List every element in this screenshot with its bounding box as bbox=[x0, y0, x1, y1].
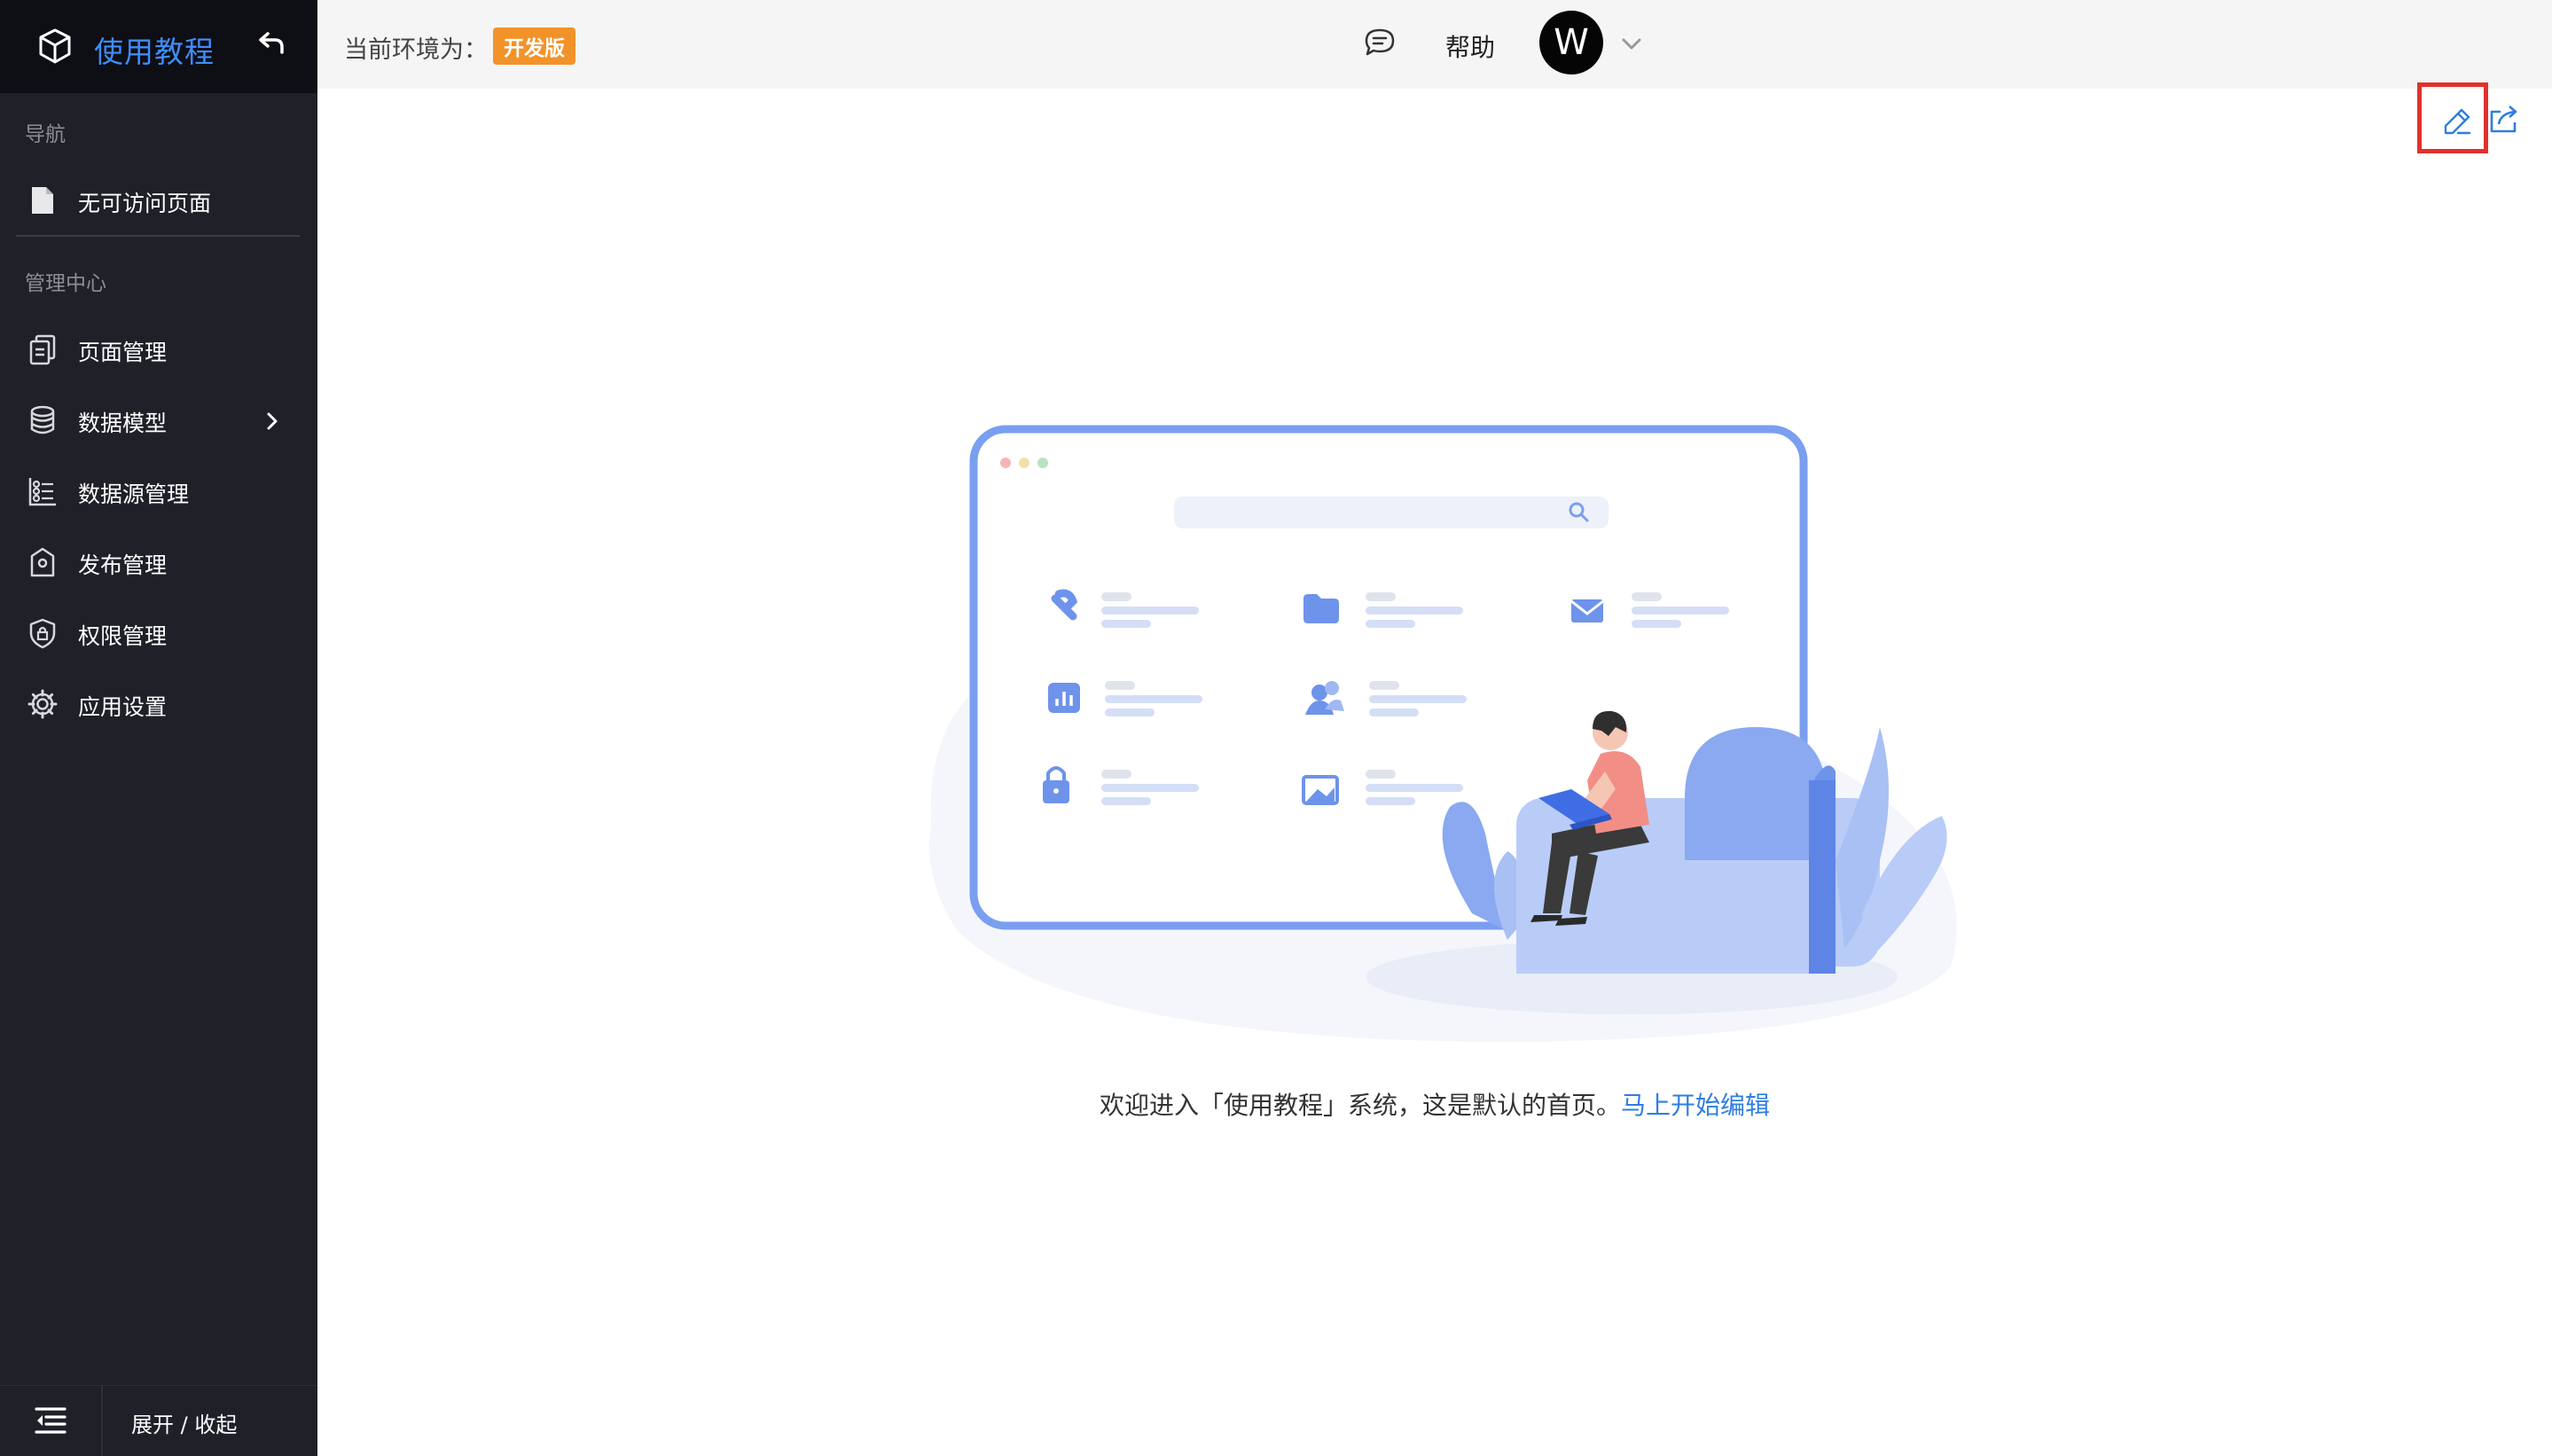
sidebar-item-label: 应用设置 bbox=[78, 694, 168, 720]
back-icon[interactable] bbox=[257, 28, 287, 59]
sidebar-item-label: 发布管理 bbox=[78, 552, 168, 578]
environment-badge: 开发版 bbox=[493, 27, 575, 65]
section-label-nav: 导航 bbox=[25, 123, 66, 146]
start-editing-link[interactable]: 马上开始编辑 bbox=[1621, 1091, 1770, 1120]
sidebar-item-label: 数据模型 bbox=[78, 411, 168, 436]
sidebar-item-publish-management[interactable]: 发布管理 bbox=[0, 530, 317, 592]
collapse-toggle-button[interactable] bbox=[0, 1386, 103, 1456]
sidebar-divider bbox=[16, 235, 300, 237]
gear-icon bbox=[27, 689, 58, 719]
message-icon[interactable] bbox=[1362, 25, 1397, 60]
sidebar-item-label: 权限管理 bbox=[78, 623, 168, 649]
chevron-right-icon bbox=[267, 412, 278, 430]
top-bar: 当前环境为： 开发版 帮助 W bbox=[317, 0, 2552, 89]
collapse-label[interactable]: 展开 / 收起 bbox=[131, 1407, 237, 1438]
sidebar-item-datasource-management[interactable]: 数据源管理 bbox=[0, 459, 317, 521]
edit-page-button[interactable] bbox=[2417, 82, 2488, 153]
welcome-message: 欢迎进入「使用教程」系统，这是默认的首页。马上开始编辑 bbox=[0, 1086, 2552, 1122]
sidebar-item-no-access-page[interactable]: 无可访问页面 bbox=[0, 168, 317, 231]
sidebar-item-page-management[interactable]: 页面管理 bbox=[0, 317, 317, 380]
pages-icon bbox=[29, 334, 56, 365]
app-name[interactable]: 使用教程 bbox=[94, 28, 215, 71]
cube-logo-icon bbox=[39, 28, 71, 64]
pencil-icon bbox=[2444, 108, 2471, 135]
sidebar: 使用教程 导航 无可访问页面 管理中心 页面管理 数据模型 数据源管理 发布管理… bbox=[0, 0, 317, 1456]
document-icon bbox=[32, 187, 53, 214]
datasource-icon bbox=[28, 478, 56, 506]
sidebar-header: 使用教程 bbox=[0, 0, 317, 93]
help-link[interactable]: 帮助 bbox=[1445, 28, 1495, 64]
sidebar-item-label: 无可访问页面 bbox=[78, 191, 212, 216]
sidebar-item-app-settings[interactable]: 应用设置 bbox=[0, 672, 317, 734]
sidebar-item-label: 页面管理 bbox=[78, 340, 168, 365]
menu-collapse-icon bbox=[35, 1407, 67, 1434]
database-icon bbox=[30, 405, 55, 434]
avatar[interactable]: W bbox=[1539, 11, 1603, 74]
environment-label: 当前环境为： bbox=[344, 36, 488, 64]
sidebar-item-data-model[interactable]: 数据模型 bbox=[0, 388, 317, 450]
sidebar-item-permission-management[interactable]: 权限管理 bbox=[0, 601, 317, 663]
chevron-down-icon[interactable] bbox=[1619, 34, 1644, 55]
publish-icon bbox=[30, 547, 55, 577]
sidebar-footer: 展开 / 收起 bbox=[0, 1385, 317, 1456]
share-icon[interactable] bbox=[2488, 103, 2520, 135]
welcome-text: 欢迎进入「使用教程」系统，这是默认的首页。 bbox=[1099, 1091, 1621, 1120]
welcome-illustration bbox=[929, 425, 1957, 1042]
section-label-manage: 管理中心 bbox=[25, 272, 106, 295]
shield-lock-icon bbox=[29, 618, 56, 649]
sidebar-item-label: 数据源管理 bbox=[78, 481, 190, 507]
